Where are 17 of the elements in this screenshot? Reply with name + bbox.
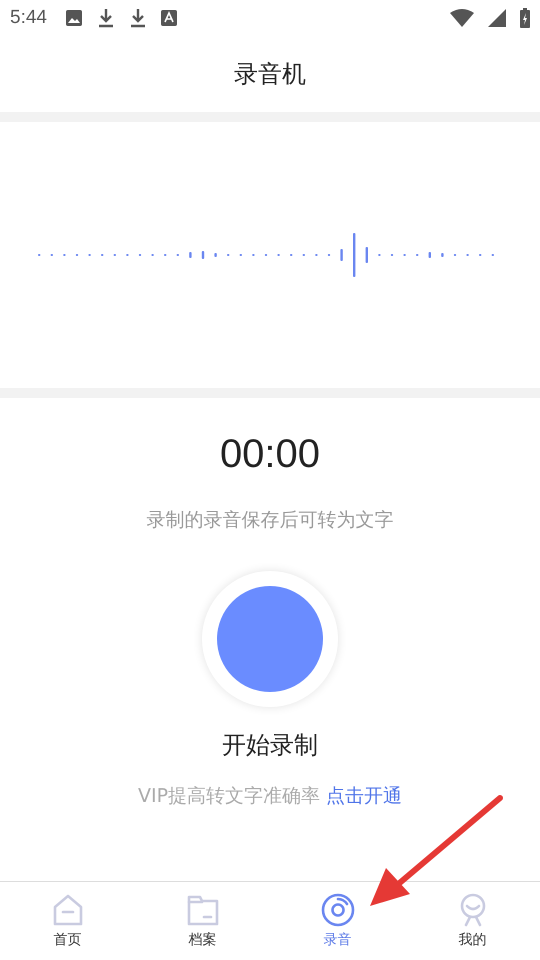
- image-icon: [64, 9, 83, 27]
- status-time: 5:44: [10, 7, 47, 29]
- vip-text: VIP提高转文字准确率 点击开通: [138, 784, 402, 809]
- download-icon: [96, 8, 115, 28]
- battery-icon: [520, 8, 530, 28]
- page-title: 录音机: [234, 59, 306, 90]
- download-icon: [128, 8, 147, 28]
- timer-text: 00:00: [220, 432, 320, 477]
- signal-icon: [488, 9, 506, 27]
- wifi-icon: [450, 9, 474, 27]
- vip-link[interactable]: 点击开通: [326, 785, 402, 807]
- record-label: 开始录制: [222, 730, 318, 761]
- record-icon: [320, 893, 354, 927]
- keyboard-icon: [160, 10, 177, 26]
- home-icon: [50, 893, 84, 927]
- hint-text: 录制的录音保存后可转为文字: [146, 508, 394, 533]
- folder-icon: [186, 893, 220, 927]
